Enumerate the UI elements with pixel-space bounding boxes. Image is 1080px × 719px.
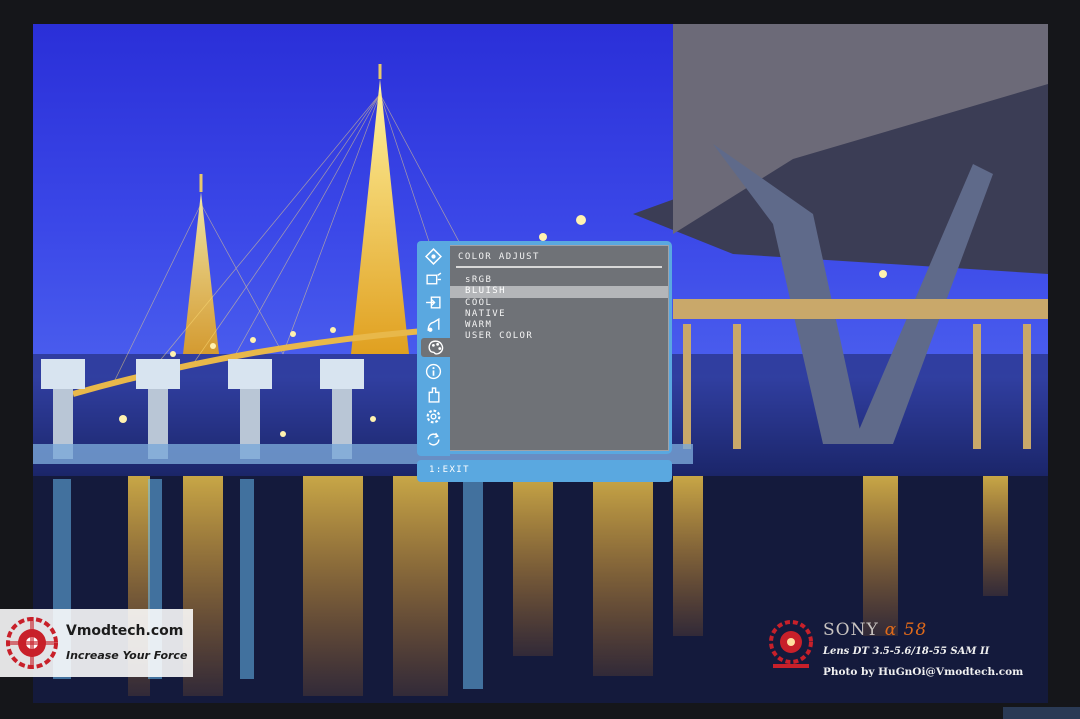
input-select-icon[interactable] <box>423 293 444 312</box>
memory-recall-icon[interactable] <box>423 430 444 449</box>
color-mode-list: sRGB BLUISH COOL NATIVE WARM USER COLOR <box>450 275 668 343</box>
osd-footer: 1:EXIT <box>417 460 672 482</box>
site-logo-icon <box>6 617 58 669</box>
site-name: Vmodtech.com <box>66 623 184 639</box>
color-mode-bluish[interactable]: BLUISH <box>450 286 668 298</box>
photo-credit-watermark: SONY α 58 Lens DT 3.5-5.6/18-55 SAM II Ph… <box>765 614 1055 684</box>
osd-sidebar <box>417 241 450 456</box>
photo-credit: Photo by HuGnOi@Vmodtech.com <box>823 666 1024 678</box>
color-adjust-icon[interactable] <box>421 338 450 357</box>
site-logo-icon <box>769 620 813 668</box>
lens-label: Lens DT 3.5-5.6/18-55 SAM II <box>823 646 990 657</box>
manual-adjust-icon[interactable] <box>423 385 444 404</box>
camera-brand: SONY <box>823 620 879 640</box>
site-watermark: Vmodtech.com Increase Your Force <box>0 609 193 677</box>
camera-label: SONY α 58 <box>823 620 927 640</box>
color-mode-native[interactable]: NATIVE <box>450 309 668 320</box>
audio-icon[interactable] <box>423 316 444 335</box>
osd-title: COLOR ADJUST <box>458 252 540 262</box>
setup-menu-icon[interactable] <box>423 407 444 426</box>
osd-menu: COLOR ADJUST sRGB BLUISH COOL NATIVE WAR… <box>417 241 672 482</box>
color-mode-cool[interactable]: COOL <box>450 298 668 309</box>
osd-panel: COLOR ADJUST sRGB BLUISH COOL NATIVE WAR… <box>450 241 672 454</box>
site-tagline: Increase Your Force <box>66 649 188 662</box>
color-mode-srgb[interactable]: sRGB <box>450 275 668 286</box>
taskbar-tray <box>1003 707 1080 719</box>
exit-hint[interactable]: 1:EXIT <box>429 465 470 475</box>
color-mode-user-color[interactable]: USER COLOR <box>450 331 668 342</box>
auto-adjust-icon[interactable] <box>423 247 444 266</box>
information-icon[interactable] <box>423 362 444 381</box>
camera-model: α 58 <box>884 620 928 640</box>
color-mode-warm[interactable]: WARM <box>450 320 668 331</box>
brightness-icon[interactable] <box>423 270 444 289</box>
title-divider <box>456 266 662 268</box>
osd-content: COLOR ADJUST sRGB BLUISH COOL NATIVE WAR… <box>450 245 669 451</box>
